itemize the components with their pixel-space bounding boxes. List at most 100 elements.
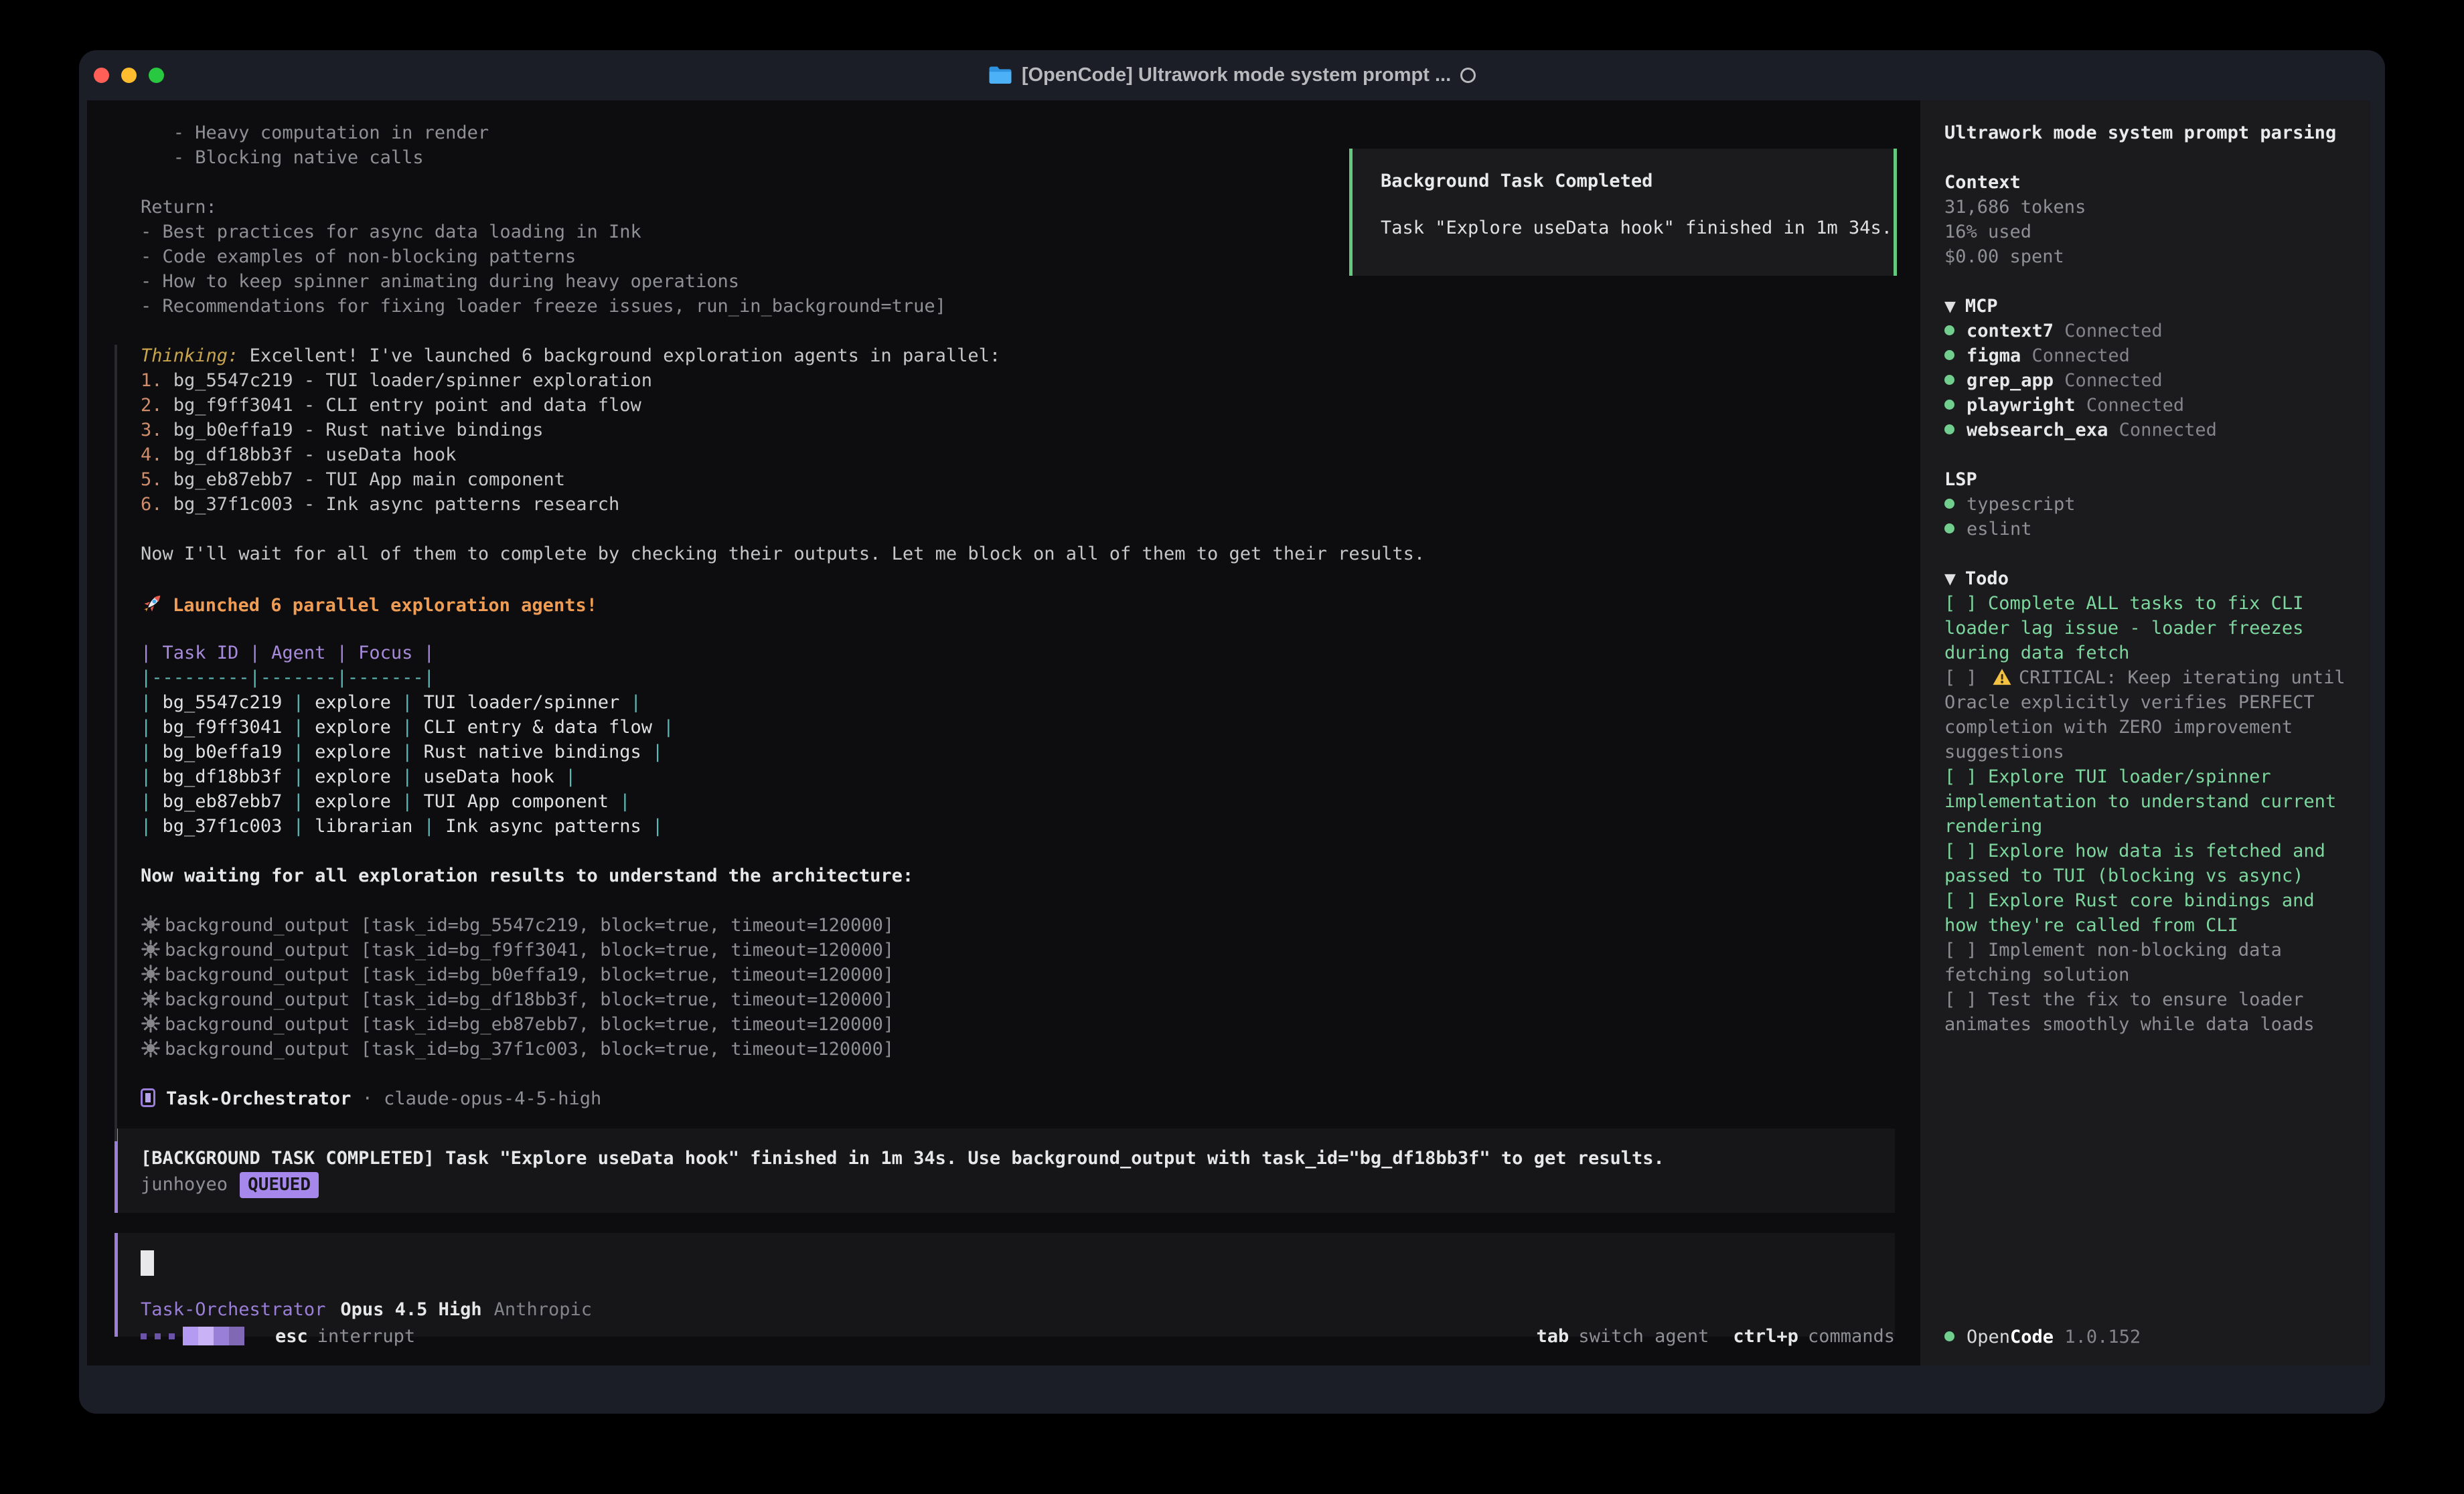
- close-button[interactable]: [94, 68, 109, 83]
- lsp-heading: LSP: [1944, 467, 2350, 492]
- tab-key-hint: tab: [1537, 1326, 1569, 1347]
- table-pipe: |: [293, 742, 315, 762]
- table-cell: CLI entry & data flow: [424, 717, 664, 738]
- agent-list-item: 3. bg_b0effa19 - Rust native bindings: [141, 418, 1895, 442]
- context-tokens: 31,686 tokens: [1944, 195, 2350, 220]
- input-model-name[interactable]: Opus 4.5 High: [340, 1299, 481, 1320]
- context-used: 16% used: [1944, 220, 2350, 244]
- mcp-status: Connected: [2076, 395, 2185, 416]
- table-pipe: |: [293, 766, 315, 787]
- spinner-dot: [141, 1333, 147, 1339]
- todo-item: [ ] Complete ALL tasks to fix CLI loader…: [1944, 591, 2350, 665]
- status-left: esc interrupt: [141, 1326, 415, 1347]
- input-agent-row: Task-OrchestratorOpus 4.5 HighAnthropic: [141, 1297, 1875, 1322]
- table-pipe: |: [141, 816, 163, 837]
- mcp-name: playwright: [1967, 395, 2076, 416]
- agent-number: 5.: [141, 469, 173, 490]
- tool-call-text: background_output [task_id=bg_5547c219, …: [165, 915, 894, 936]
- agent-list-item: 2. bg_f9ff3041 - CLI entry point and dat…: [141, 393, 1895, 418]
- table-cell: bg_b0effa19: [163, 742, 293, 762]
- orchestrator-model: claude-opus-4-5-high: [384, 1088, 601, 1109]
- status-bar: esc interrupt tab switch agent ctrl+p co…: [141, 1323, 1895, 1349]
- mcp-item: figma Connected: [1944, 343, 2350, 368]
- input-agent-name[interactable]: Task-Orchestrator: [141, 1299, 325, 1320]
- tool-call-line: background_output [task_id=bg_f9ff3041, …: [141, 938, 1895, 963]
- lsp-item: typescript: [1944, 492, 2350, 517]
- todo-item: [ ] CRITICAL: Keep iterating until Oracl…: [1944, 665, 2350, 764]
- mcp-list: context7 Connectedfigma Connectedgrep_ap…: [1944, 319, 2350, 442]
- todo-heading: Todo: [1965, 568, 2009, 589]
- connected-dot-icon: [1944, 375, 1954, 385]
- thinking-text: Excellent! I've launched 6 background ex…: [238, 345, 1000, 366]
- warning-icon: [1992, 668, 2012, 686]
- spinner-dot: [169, 1333, 175, 1339]
- table-row: | bg_5547c219 | explore | TUI loader/spi…: [141, 690, 1895, 715]
- table-pipe: |: [402, 742, 424, 762]
- agent-text: bg_df18bb3f - useData hook: [173, 444, 457, 465]
- agent-number: 3.: [141, 420, 173, 440]
- agent-list: 1. bg_5547c219 - TUI loader/spinner expl…: [141, 368, 1895, 517]
- esc-key-hint: esc: [275, 1326, 308, 1347]
- tool-call-line: background_output [task_id=bg_b0effa19, …: [141, 963, 1895, 987]
- switch-agent-label: switch agent: [1578, 1326, 1709, 1347]
- mcp-name: grep_app: [1967, 370, 2054, 391]
- agent-number: 1.: [141, 370, 173, 391]
- queued-badge: QUEUED: [240, 1172, 319, 1198]
- commands-label: commands: [1808, 1326, 1895, 1347]
- tool-call-text: background_output [task_id=bg_f9ff3041, …: [165, 940, 894, 961]
- table-pipe: |: [141, 766, 163, 787]
- agent-text: bg_f9ff3041 - CLI entry point and data f…: [173, 395, 641, 416]
- mcp-heading: MCP: [1965, 296, 1998, 317]
- context-spent: $0.00 spent: [1944, 244, 2350, 269]
- table-cell: explore: [315, 742, 402, 762]
- ctrlp-key-hint: ctrl+p: [1733, 1326, 1798, 1347]
- table-pipe: |: [293, 816, 315, 837]
- agent-text: bg_b0effa19 - Rust native bindings: [173, 420, 544, 440]
- mcp-item: playwright Connected: [1944, 393, 2350, 418]
- status-right: tab switch agent ctrl+p commands: [1537, 1326, 1895, 1347]
- background-task-notification[interactable]: Background Task Completed Task "Explore …: [1349, 149, 1897, 276]
- todo-item: [ ] Test the fix to ensure loader animat…: [1944, 987, 2350, 1037]
- table-cell: explore: [315, 717, 402, 738]
- table-row: | bg_b0effa19 | explore | Rust native bi…: [141, 740, 1895, 764]
- terminal-pane: - Heavy computation in render - Blocking…: [87, 100, 1920, 1365]
- context-heading: Context: [1944, 170, 2350, 195]
- zoom-button[interactable]: [149, 68, 164, 83]
- mcp-item: websearch_exa Connected: [1944, 418, 2350, 442]
- lsp-list: typescripteslint: [1944, 492, 2350, 542]
- table-pipe: |: [141, 692, 163, 713]
- table-cell: explore: [315, 692, 402, 713]
- mcp-status: Connected: [2108, 420, 2217, 440]
- agent-text: bg_37f1c003 - Ink async patterns researc…: [173, 494, 619, 515]
- session-title: Ultrawork mode system prompt parsing: [1944, 120, 2350, 145]
- table-cell: librarian: [315, 816, 424, 837]
- tool-call-text: background_output [task_id=bg_eb87ebb7, …: [165, 1014, 894, 1035]
- title-bar: [OpenCode] Ultrawork mode system prompt …: [79, 50, 2385, 100]
- tool-call-line: background_output [task_id=bg_37f1c003, …: [141, 1037, 1895, 1062]
- table-cell: bg_eb87ebb7: [163, 791, 293, 812]
- minimize-button[interactable]: [121, 68, 137, 83]
- agent-number: 6.: [141, 494, 173, 515]
- table-pipe: |: [565, 766, 576, 787]
- table-pipe: |: [402, 717, 424, 738]
- rocket-icon: [141, 591, 165, 615]
- mcp-name: websearch_exa: [1967, 420, 2108, 440]
- todo-item: [ ] Implement non-blocking data fetching…: [1944, 938, 2350, 987]
- orchestrator-row: Task-Orchestrator · claude-opus-4-5-high: [141, 1086, 1895, 1111]
- todo-section-header[interactable]: ▼Todo: [1944, 566, 2350, 591]
- table-cell: bg_37f1c003: [163, 816, 293, 837]
- mcp-item: context7 Connected: [1944, 319, 2350, 343]
- agent-number: 4.: [141, 444, 173, 465]
- table-pipe: |: [631, 692, 641, 713]
- prompt-input[interactable]: Task-OrchestratorOpus 4.5 HighAnthropic: [114, 1233, 1895, 1337]
- window-title: [OpenCode] Ultrawork mode system prompt …: [1022, 64, 1451, 86]
- table-pipe: |: [402, 791, 424, 812]
- progress-spinner: [141, 1327, 244, 1345]
- app-window: [OpenCode] Ultrawork mode system prompt …: [79, 50, 2385, 1414]
- terminal-line: - Recommendations for fixing loader free…: [141, 294, 1895, 319]
- spinner-block: [183, 1327, 198, 1345]
- mcp-section-header[interactable]: ▼MCP: [1944, 294, 2350, 319]
- traffic-lights: [94, 50, 164, 100]
- author-name: junhoyeo: [141, 1174, 228, 1195]
- lsp-name: typescript: [1967, 494, 2076, 515]
